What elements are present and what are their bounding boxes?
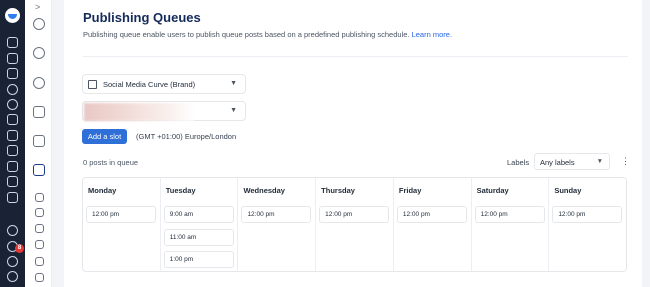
time-slot[interactable]: 11:00 am [163,229,234,246]
time-slot[interactable]: 12:00 pm [474,206,545,223]
app-logo[interactable] [5,8,20,23]
blurred-account-value [84,103,194,121]
queue-schedule-grid: Monday 12:00 pm Tuesday 9:00 am 11:00 am… [82,177,627,272]
labels-select[interactable]: Any labels ▼ [534,153,610,170]
more-options-icon[interactable]: ⋮ [621,156,630,167]
send-icon[interactable] [33,164,45,176]
chart-icon[interactable] [7,145,18,156]
time-slot[interactable]: 12:00 pm [319,206,390,223]
add-slot-button[interactable]: Add a slot [82,129,127,144]
upload-icon[interactable] [35,193,44,202]
day-column-wednesday: Wednesday 12:00 pm [238,178,317,271]
time-slot[interactable]: 1:00 pm [163,251,234,268]
posts-count: 0 posts in queue [83,158,139,167]
link-icon[interactable] [35,273,44,282]
day-column-sunday: Sunday 12:00 pm [549,178,626,271]
notification-badge: 8 [15,244,24,253]
day-column-monday: Monday 12:00 pm [83,178,161,271]
timezone-label: (GMT +01:00) Europe/London [136,132,237,141]
checklist-icon[interactable] [7,161,18,172]
add-icon[interactable] [7,225,18,236]
day-header: Friday [398,186,422,195]
emoji-icon[interactable] [7,99,18,110]
subtitle-text: Publishing queue enable users to publish… [83,30,410,39]
time-slot[interactable]: 9:00 am [163,206,234,223]
home-icon[interactable] [7,37,18,48]
labels-select-value: Any labels [540,158,575,167]
audio-wave-icon[interactable] [7,114,18,125]
brand-select-value: Social Media Curve (Brand) [103,80,196,89]
day-header: Thursday [321,186,355,195]
gear-icon[interactable] [33,18,45,30]
nav-rail: 8 [0,0,25,287]
day-header: Monday [88,186,117,195]
learn-more-link[interactable]: Learn more. [412,30,452,39]
time-slot[interactable]: 12:00 pm [396,206,467,223]
time-slot[interactable]: 12:00 pm [241,206,312,223]
day-header: Tuesday [165,186,196,195]
profile-icon[interactable] [7,271,18,282]
day-column-tuesday: Tuesday 9:00 am 11:00 am 1:00 pm [161,178,239,271]
rocket-icon[interactable] [35,208,44,217]
chevron-down-icon: ▼ [230,107,237,114]
chevron-down-icon: ▼ [596,158,603,165]
divider [83,56,628,57]
smile-icon[interactable] [7,84,18,95]
star-icon[interactable] [7,130,18,141]
day-column-saturday: Saturday 12:00 pm [472,178,550,271]
building-icon[interactable] [35,240,44,249]
publishing-queues-panel: Publishing Queues Publishing queue enabl… [64,0,642,287]
clipboard-icon[interactable] [35,257,44,266]
document-icon[interactable] [35,224,44,233]
time-slot[interactable]: 12:00 pm [86,206,156,223]
day-column-thursday: Thursday 12:00 pm [316,178,394,271]
chevron-down-icon: ▼ [230,80,237,87]
settings-sidebar: > [25,0,52,287]
send-icon[interactable] [7,53,18,64]
brand-select[interactable]: Social Media Curve (Brand) ▼ [82,74,246,94]
expand-chevron-icon[interactable]: > [35,2,40,12]
media-icon[interactable] [7,176,18,187]
day-header: Wednesday [243,186,285,195]
globe-icon[interactable] [33,77,45,89]
building-icon [88,80,97,89]
user-icon[interactable] [33,47,45,59]
briefcase-icon[interactable] [33,135,45,147]
day-header: Saturday [476,186,509,195]
calendar-icon[interactable] [7,68,18,79]
labels-label: Labels [507,158,530,167]
credit-card-icon[interactable] [33,106,45,118]
time-slot[interactable]: 12:00 pm [552,206,623,223]
main-area: Publishing Queues Publishing queue enabl… [52,0,650,287]
day-header: Sunday [554,186,582,195]
page-title: Publishing Queues [83,10,201,25]
help-icon[interactable] [7,256,18,267]
megaphone-icon[interactable] [7,192,18,203]
day-column-friday: Friday 12:00 pm [394,178,472,271]
account-select[interactable]: ▼ [82,101,246,121]
page-subtitle: Publishing queue enable users to publish… [83,30,452,39]
